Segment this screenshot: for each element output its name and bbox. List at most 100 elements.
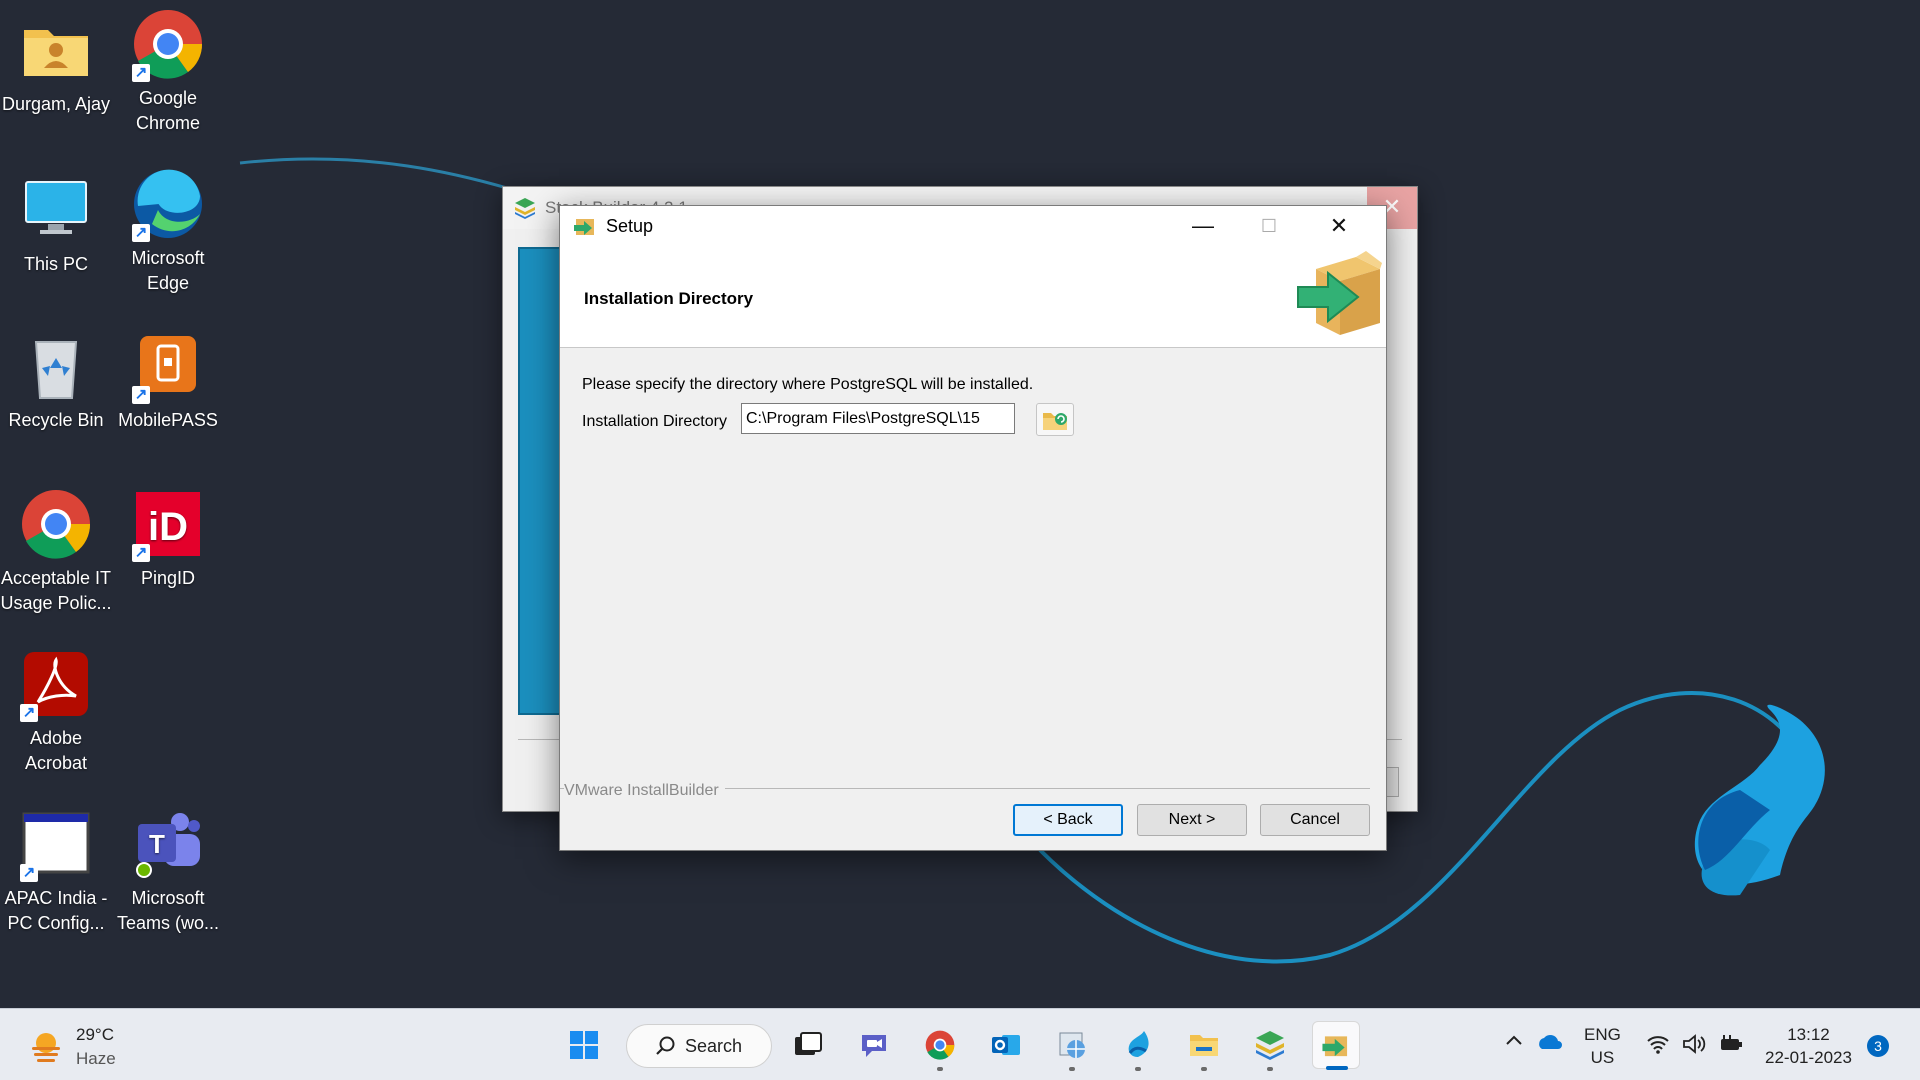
- setup-header: Installation Directory: [560, 246, 1386, 348]
- desktop-icon-label: Google Chrome: [135, 88, 201, 133]
- search-icon: [656, 1036, 675, 1055]
- running-indicator: [1135, 1067, 1141, 1071]
- taskbar-stack-builder[interactable]: [1246, 1021, 1294, 1071]
- blue-drop-icon: [1128, 1031, 1149, 1057]
- desktop-icon-user-folder[interactable]: Durgam, Ajay: [0, 12, 112, 117]
- shortcut-arrow-icon: ↗: [20, 864, 38, 882]
- shortcut-arrow-icon: ↗: [132, 386, 150, 404]
- desktop-icon-apac-india[interactable]: ↗ APAC India - PC Config...: [0, 806, 112, 936]
- battery-icon[interactable]: [1718, 1033, 1744, 1060]
- onedrive-icon[interactable]: [1536, 1033, 1564, 1056]
- teams-icon: T: [136, 813, 200, 878]
- windows-start-icon: [570, 1031, 598, 1059]
- desktop-icon-label: Acceptable IT Usage Polic...: [0, 568, 112, 613]
- cancel-button[interactable]: Cancel: [1260, 804, 1370, 836]
- desktop-icon-label: Adobe Acrobat: [24, 728, 88, 773]
- installation-directory-label: Installation Directory: [582, 413, 727, 430]
- show-hidden-icons-chevron-icon[interactable]: [1504, 1031, 1524, 1056]
- installer-box-icon: [1297, 251, 1382, 335]
- directory-description: Please specify the directory where Postg…: [582, 376, 1034, 393]
- folder-browse-icon: [1043, 412, 1067, 430]
- weather-condition: Haze: [76, 1049, 116, 1068]
- desktop-icon-google-chrome[interactable]: ↗ Google Chrome: [112, 6, 224, 136]
- chat-icon: [862, 1035, 886, 1057]
- start-button[interactable]: [560, 1021, 608, 1069]
- next-button[interactable]: Next >: [1137, 804, 1247, 836]
- browse-button[interactable]: [1036, 403, 1074, 436]
- running-indicator: [937, 1067, 943, 1071]
- recycle-bin-icon: [34, 341, 78, 399]
- shortcut-arrow-icon: ↗: [132, 64, 150, 82]
- setup-titlebar[interactable]: Setup — ☐ ✕: [560, 206, 1386, 246]
- installer-brand: VMware InstallBuilder: [564, 782, 725, 800]
- notification-badge[interactable]: 3: [1867, 1035, 1889, 1057]
- volume-icon[interactable]: [1682, 1033, 1708, 1060]
- running-indicator: [1069, 1067, 1075, 1071]
- page-title: Installation Directory: [584, 289, 754, 308]
- taskbar-network-tool[interactable]: [1048, 1021, 1096, 1071]
- setup-dialog[interactable]: Setup — ☐ ✕ Installation Directory Pleas…: [559, 205, 1387, 851]
- desktop-icon-label: Microsoft Teams (wo...: [116, 888, 220, 933]
- installer-app-icon: [574, 219, 594, 235]
- shortcut-arrow-icon: ↗: [20, 704, 38, 722]
- minimize-button[interactable]: —: [1170, 206, 1236, 246]
- taskbar-chrome[interactable]: [916, 1021, 964, 1071]
- monitor-icon: [25, 181, 87, 234]
- desktop-icon-mobilepass[interactable]: ↗ MobilePASS: [112, 328, 224, 433]
- running-indicator: [1201, 1067, 1207, 1071]
- taskbar-search[interactable]: Search: [626, 1024, 772, 1068]
- taskbar-file-explorer[interactable]: [1180, 1021, 1228, 1071]
- desktop-icon-this-pc[interactable]: This PC: [0, 172, 112, 277]
- teams-chat-button[interactable]: [850, 1021, 898, 1069]
- installation-directory-input[interactable]: [741, 403, 1015, 434]
- svg-text:T: T: [149, 829, 165, 859]
- active-indicator: [1326, 1066, 1348, 1070]
- desktop-icon-microsoft-teams[interactable]: T Microsoft Teams (wo...: [112, 806, 224, 936]
- task-view-button[interactable]: [784, 1021, 832, 1069]
- weather-widget[interactable]: 29°C Haze: [28, 1023, 116, 1071]
- shortcut-arrow-icon: ↗: [132, 544, 150, 562]
- stack-builder-app-icon: [515, 198, 535, 219]
- clock-date: 22-01-2023: [1765, 1048, 1852, 1067]
- setup-body: Please specify the directory where Postg…: [560, 348, 1386, 788]
- clock[interactable]: 13:12 22-01-2023: [1765, 1023, 1852, 1069]
- desktop-icon-acceptable-it-usage[interactable]: Acceptable IT Usage Polic...: [0, 486, 112, 616]
- desktop-icon-pingid[interactable]: iD ↗ PingID: [112, 486, 224, 591]
- file-explorer-icon: [1190, 1035, 1218, 1056]
- user-folder-icon: [24, 30, 88, 76]
- close-button[interactable]: ✕: [1306, 206, 1372, 246]
- task-view-icon: [795, 1032, 822, 1055]
- language-indicator[interactable]: ENG US: [1584, 1023, 1621, 1069]
- desktop-icon-label: MobilePASS: [118, 410, 218, 430]
- desktop-icon-microsoft-edge[interactable]: ↗ Microsoft Edge: [112, 166, 224, 296]
- clock-time: 13:12: [1787, 1025, 1830, 1044]
- wifi-icon[interactable]: [1646, 1033, 1670, 1060]
- desktop-icon-label: Durgam, Ajay: [1, 94, 111, 114]
- desktop-icon-label: PingID: [140, 568, 196, 588]
- taskbar-swirl-app[interactable]: [1114, 1021, 1162, 1071]
- desktop-icon-label: Microsoft Edge: [131, 248, 205, 293]
- haze-weather-icon: [32, 1033, 60, 1062]
- weather-temperature: 29°C: [76, 1025, 114, 1044]
- search-label: Search: [685, 1035, 743, 1056]
- desktop-icon-adobe-acrobat[interactable]: ↗ Adobe Acrobat: [0, 646, 112, 776]
- installer-app-icon: [1322, 1036, 1348, 1057]
- taskbar: 29°C Haze Search ENG US 13:12 22-01-2023…: [0, 1008, 1920, 1080]
- desktop-icon-label: This PC: [23, 254, 88, 274]
- taskbar-outlook[interactable]: [982, 1021, 1030, 1069]
- chrome-icon: [22, 490, 91, 559]
- outlook-icon: [992, 1035, 1020, 1055]
- shortcut-arrow-icon: ↗: [132, 224, 150, 242]
- svg-text:iD: iD: [148, 505, 188, 549]
- stack-builder-app-icon: [1256, 1031, 1284, 1060]
- running-indicator: [1267, 1067, 1273, 1071]
- maximize-button[interactable]: ☐: [1236, 206, 1302, 246]
- desktop-icon-recycle-bin[interactable]: Recycle Bin: [0, 328, 112, 433]
- language-region: US: [1590, 1048, 1615, 1067]
- desktop-icon-label: APAC India - PC Config...: [4, 888, 108, 933]
- setup-title: Setup: [606, 215, 654, 236]
- taskbar-setup[interactable]: [1312, 1021, 1360, 1070]
- desktop-icon-label: Recycle Bin: [8, 410, 104, 430]
- language-code: ENG: [1584, 1025, 1621, 1044]
- back-button[interactable]: < Back: [1013, 804, 1123, 836]
